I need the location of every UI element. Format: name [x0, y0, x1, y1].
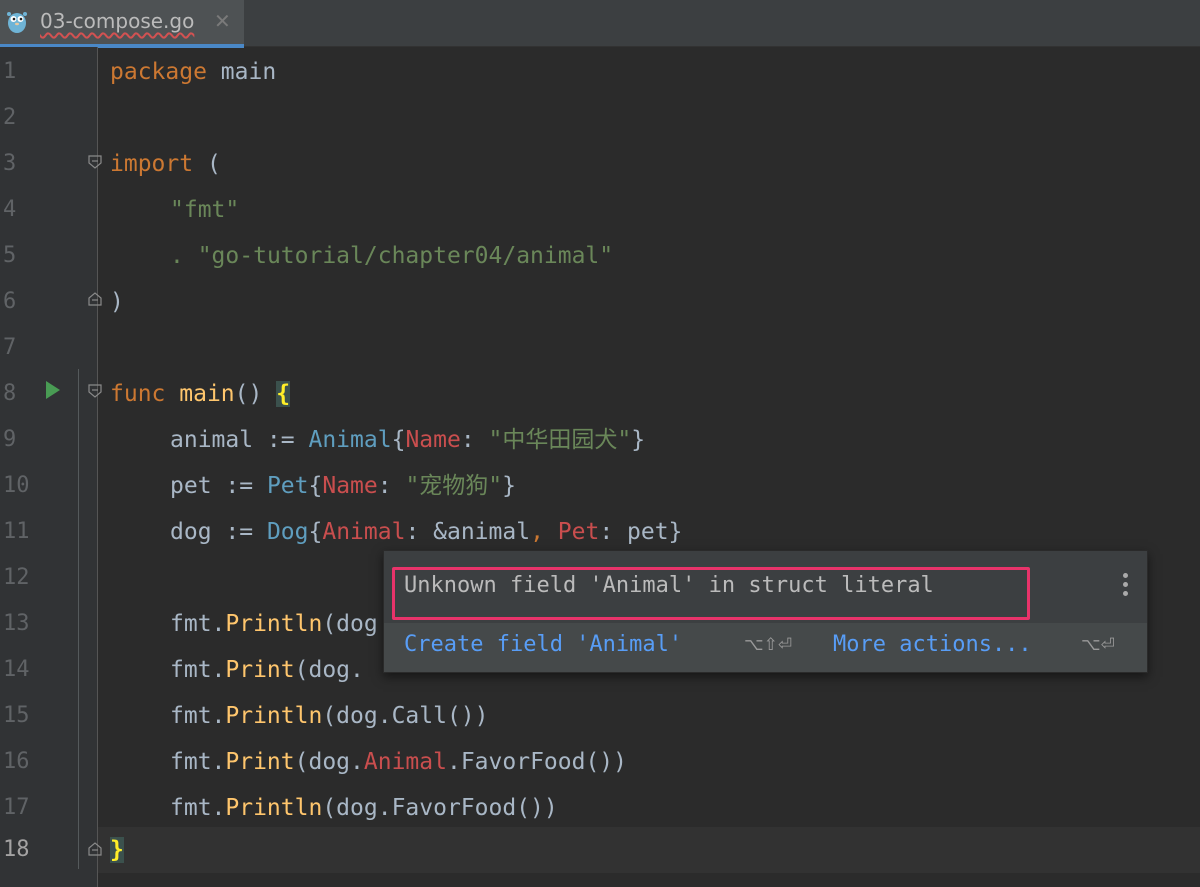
- code-line-4: "fmt": [170, 197, 240, 223]
- code-line-14: fmt.Print(dog.: [170, 657, 364, 683]
- error-message: Unknown field 'Animal' in struct literal: [404, 573, 934, 598]
- line-number: 16: [3, 749, 30, 774]
- gopher-icon: [7, 12, 27, 33]
- line-number: 4: [3, 197, 17, 222]
- editor-tab-bar: 03-compose.go ✕: [0, 0, 1200, 48]
- line-number: 13: [3, 611, 30, 636]
- line-number: 18: [3, 837, 30, 862]
- editor-tab[interactable]: 03-compose.go ✕: [0, 0, 244, 48]
- line-number: 15: [3, 703, 30, 728]
- code-line-16: fmt.Print(dog.Animal.FavorFood()): [170, 749, 627, 775]
- more-options-icon[interactable]: [1123, 573, 1129, 600]
- code-line-5: . "go-tutorial/chapter04/animal": [170, 243, 614, 269]
- line-number: 6: [3, 289, 17, 314]
- tab-title: 03-compose.go: [40, 9, 195, 33]
- code-line-11: dog := Dog{Animal: &animal, Pet: pet}: [170, 519, 683, 545]
- line-number: 14: [3, 657, 30, 682]
- fold-end-icon[interactable]: [88, 842, 102, 856]
- line-number: 1: [3, 59, 17, 84]
- editor-gutter[interactable]: 1 2 3 4 5 6 7 8 9 10 11 12 13 14 15 16 1…: [0, 47, 102, 887]
- line-number: 8: [3, 381, 17, 406]
- code-editor[interactable]: package main import ( "fmt" . "go-tutori…: [110, 47, 1200, 887]
- code-line-6: ): [110, 289, 124, 315]
- create-field-action[interactable]: Create field 'Animal': [404, 632, 682, 657]
- run-icon[interactable]: [46, 381, 60, 399]
- line-number: 11: [3, 519, 30, 544]
- fold-collapse-icon[interactable]: [88, 384, 102, 398]
- code-line-3: import (: [110, 151, 221, 177]
- fold-collapse-icon[interactable]: [88, 155, 102, 169]
- code-line-1: package main: [110, 59, 277, 85]
- fold-end-icon[interactable]: [88, 292, 102, 306]
- line-number: 9: [3, 427, 17, 452]
- more-actions-shortcut: ⌥⏎: [1081, 635, 1115, 655]
- code-line-13: fmt.Println(dog: [170, 611, 378, 637]
- scope-indent-guide: [78, 369, 79, 869]
- error-popup: Unknown field 'Animal' in struct literal…: [383, 550, 1148, 673]
- code-line-10: pet := Pet{Name: "宠物狗"}: [170, 473, 516, 499]
- code-line-15: fmt.Println(dog.Call()): [170, 703, 489, 729]
- more-actions-link[interactable]: More actions...: [833, 632, 1032, 657]
- line-number: 3: [3, 151, 17, 176]
- create-field-shortcut: ⌥⇧⏎: [744, 635, 793, 655]
- code-line-18: }: [110, 837, 124, 863]
- line-number: 5: [3, 243, 17, 268]
- code-line-8: func main() {: [110, 381, 291, 407]
- line-number: 17: [3, 795, 30, 820]
- line-number: 12: [3, 565, 30, 590]
- line-number: 7: [3, 335, 17, 360]
- line-number: 10: [3, 473, 30, 498]
- code-line-9: animal := Animal{Name: "中华田园犬"}: [170, 427, 646, 453]
- tab-close-icon[interactable]: ✕: [214, 9, 231, 33]
- line-number: 2: [3, 105, 17, 130]
- code-line-17: fmt.Println(dog.FavorFood()): [170, 795, 558, 821]
- popup-actions-bar: Create field 'Animal' ⌥⇧⏎ More actions..…: [384, 623, 1147, 672]
